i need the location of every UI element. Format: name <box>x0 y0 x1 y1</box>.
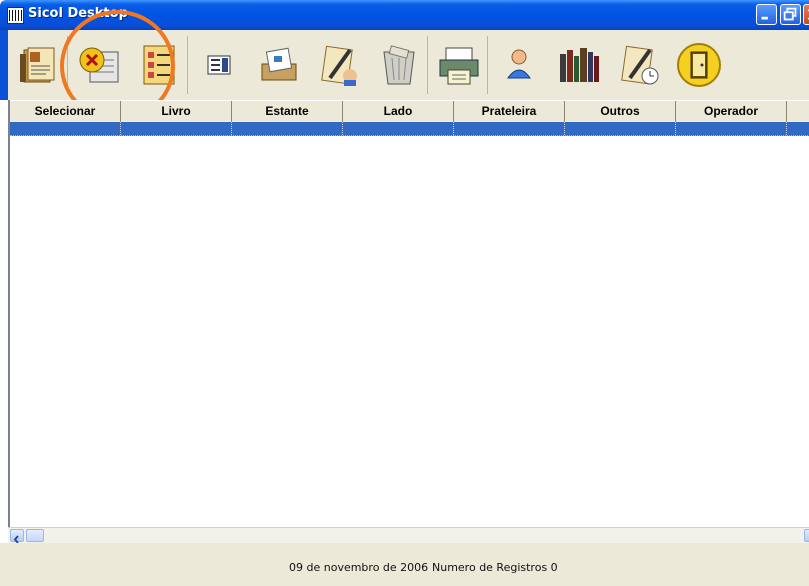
operator-icon <box>507 49 531 79</box>
minimize-icon <box>761 16 768 20</box>
records-grid[interactable]: Selecionar Livro Estante Lado Prateleira… <box>8 100 809 540</box>
maximize-icon <box>783 7 797 21</box>
print-button[interactable] <box>430 36 488 94</box>
trash-button[interactable] <box>370 36 428 94</box>
library-card-icon <box>261 47 297 81</box>
edit-clock-icon <box>621 45 659 85</box>
column-header-estante[interactable]: Estante <box>232 101 343 122</box>
edit-clock-button[interactable] <box>610 36 668 94</box>
table-cell[interactable] <box>232 122 343 135</box>
list-document-button[interactable] <box>130 36 188 94</box>
column-header-prateleira[interactable]: Prateleira <box>454 101 565 122</box>
form-selector-button[interactable] <box>190 36 248 94</box>
open-book-icon <box>19 47 54 83</box>
table-cell[interactable] <box>121 122 232 135</box>
scroll-left-button[interactable] <box>10 529 24 544</box>
cancel-button[interactable] <box>70 36 128 94</box>
grid-header: Selecionar Livro Estante Lado Prateleira… <box>10 100 809 123</box>
scroll-right-button[interactable] <box>804 529 809 542</box>
user-edit-icon <box>321 45 357 86</box>
column-header-livro[interactable]: Livro <box>121 101 232 122</box>
exit-door-icon <box>677 43 721 87</box>
cancel-icon <box>79 47 119 83</box>
column-header-outros[interactable]: Outros <box>565 101 676 122</box>
scroll-thumb[interactable] <box>26 529 44 542</box>
status-date: 09 de novembro de 2006 <box>289 561 429 574</box>
operator-button[interactable] <box>490 36 548 94</box>
library-card-button[interactable] <box>250 36 308 94</box>
trash-bin-icon <box>382 45 415 85</box>
table-cell[interactable] <box>565 122 676 135</box>
list-document-icon <box>143 45 174 85</box>
window-titlebar[interactable]: Sicol Desktop <box>0 0 809 30</box>
column-header-selecionar[interactable]: Selecionar <box>10 101 121 122</box>
column-header-lado[interactable]: Lado <box>343 101 454 122</box>
open-book-button[interactable] <box>10 36 68 94</box>
window-title: Sicol Desktop <box>28 6 128 21</box>
status-record-count: Numero de Registros 0 <box>432 561 558 574</box>
restore-button[interactable] <box>780 4 801 25</box>
printer-icon <box>439 47 478 85</box>
table-cell[interactable] <box>343 122 454 135</box>
table-cell[interactable] <box>454 122 565 135</box>
toolbar <box>0 30 809 100</box>
table-cell[interactable] <box>10 122 121 135</box>
table-row-selected[interactable] <box>10 122 809 136</box>
minimize-button[interactable] <box>756 4 777 25</box>
barcode-icon <box>7 7 24 24</box>
table-cell[interactable] <box>676 122 787 135</box>
user-edit-button[interactable] <box>310 36 368 94</box>
form-selector-icon <box>207 55 231 75</box>
bookshelf-button[interactable] <box>550 36 608 94</box>
bookshelf-icon <box>560 48 599 82</box>
column-header-operador[interactable]: Operador <box>676 101 787 122</box>
close-button[interactable] <box>803 4 809 25</box>
horizontal-scrollbar[interactable] <box>8 527 809 544</box>
exit-button[interactable] <box>670 36 728 94</box>
status-bar: 09 de novembro de 2006 Numero de Registr… <box>0 543 809 586</box>
close-icon <box>807 9 809 20</box>
